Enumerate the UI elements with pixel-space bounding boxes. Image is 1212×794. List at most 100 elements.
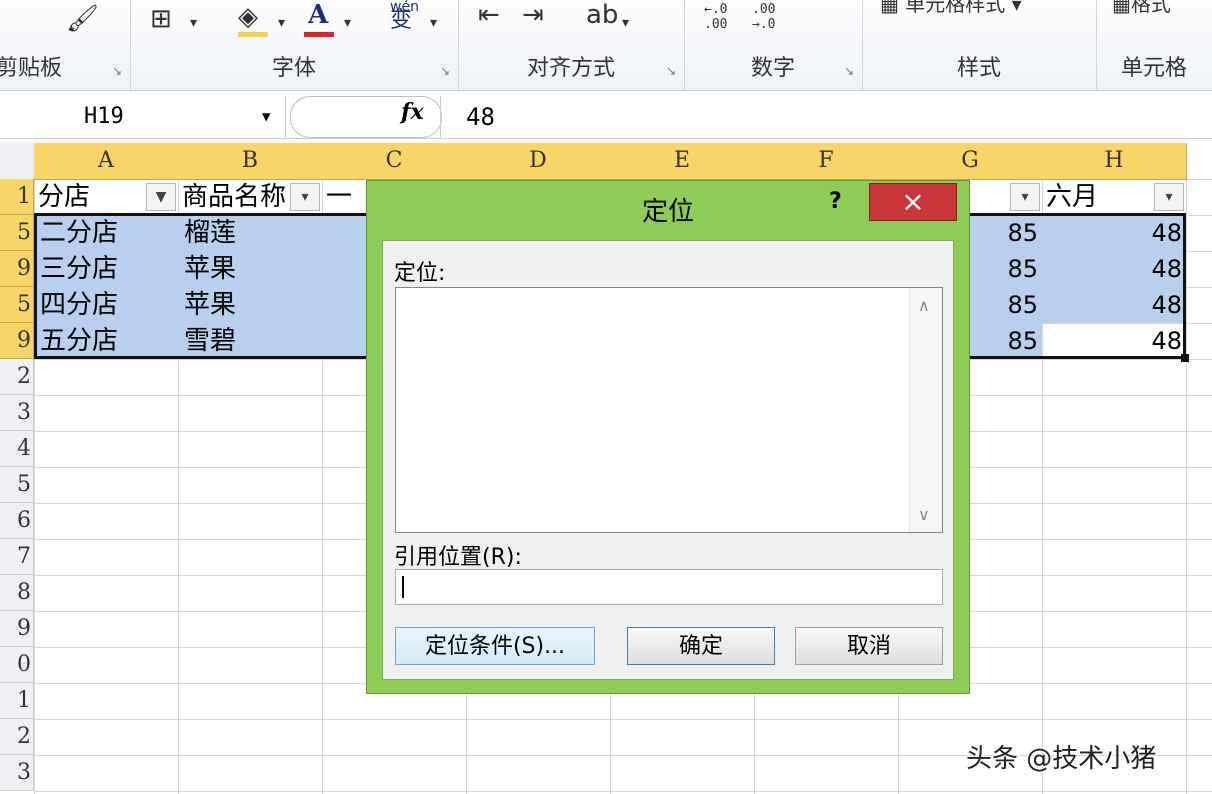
row-header[interactable]: 1 (0, 683, 34, 719)
fill-color-bar (238, 32, 268, 37)
close-button[interactable]: × (869, 183, 957, 221)
cell-g-value[interactable]: 85 (970, 251, 1038, 287)
name-box-value: H19 (84, 104, 124, 129)
row-header[interactable]: 5 (0, 467, 34, 503)
fill-handle[interactable] (1181, 354, 1189, 362)
cell-styles-button[interactable]: ▦ 单元格样式 ▾ (880, 0, 1022, 17)
cell-styles-label: 单元格样式 (905, 0, 1006, 16)
cell-c1[interactable]: 一 (326, 179, 366, 215)
insert-function-button[interactable]: fx (401, 99, 424, 125)
cell-g-value[interactable]: 85 (970, 215, 1038, 251)
number-group-label: 数字 (750, 56, 795, 81)
cell-a-branch[interactable]: 四分店 (40, 287, 118, 323)
row-header[interactable]: 7 (0, 539, 34, 575)
cell-a-branch[interactable]: 三分店 (40, 251, 118, 287)
row-header[interactable]: 9 (0, 611, 34, 647)
column-header-h[interactable]: H (1042, 143, 1187, 180)
ribbon: 🖌 剪贴板 ↘ ⊞ ▾ ◈ ▾ A ▾ wén 变 ▾ 字体 ↘ ⇤ ⇥ ab ▾… (0, 0, 1212, 91)
number-group: ←.0 .00 .00 →.0 数字 ↘ (684, 0, 863, 90)
number-launcher-icon[interactable]: ↘ (844, 64, 854, 78)
decrease-indent-icon[interactable]: ⇤ (478, 0, 500, 30)
cell-h1[interactable]: 六月 (1046, 179, 1150, 215)
cell-styles-icon: ▦ (880, 0, 899, 16)
dialog-body: 定位: ∧ ∨ 引用位置(R): 定位条件(S)... 确定 取消 (382, 240, 954, 680)
alignment-group: ⇤ ⇥ ab ▾ 对齐方式 ↘ (458, 0, 685, 90)
row-header[interactable]: 3 (0, 395, 34, 431)
font-launcher-icon[interactable]: ↘ (440, 64, 450, 78)
name-box[interactable]: H19 ▼ (0, 96, 286, 138)
listbox-scrollbar[interactable]: ∧ ∨ (909, 288, 942, 532)
column-header-b[interactable]: B (178, 143, 323, 180)
ok-button[interactable]: 确定 (627, 627, 775, 665)
scroll-up-icon[interactable]: ∧ (918, 296, 930, 315)
row-header[interactable]: 2 (0, 719, 34, 755)
border-icon[interactable]: ⊞ (150, 4, 172, 34)
cell-h-value[interactable]: 48 (1046, 251, 1182, 287)
clipboard-launcher-icon[interactable]: ↘ (112, 64, 122, 78)
font-group: ⊞ ▾ ◈ ▾ A ▾ wén 变 ▾ 字体 ↘ (130, 0, 459, 90)
phonetic-dropdown-icon[interactable]: ▾ (430, 8, 437, 38)
cell-g-value[interactable]: 85 (970, 323, 1038, 359)
fill-dropdown-icon[interactable]: ▾ (278, 8, 285, 38)
cell-h-value[interactable]: 48 (1046, 215, 1182, 251)
row-header[interactable]: 1 (0, 179, 34, 215)
cancel-button[interactable]: 取消 (795, 627, 943, 665)
orientation-dropdown-icon[interactable]: ▾ (622, 8, 629, 38)
phonetic-icon[interactable]: wén 变 (390, 0, 419, 32)
special-button[interactable]: 定位条件(S)... (395, 627, 595, 665)
row-header[interactable]: 0 (0, 647, 34, 683)
filter-active-icon[interactable]: ▼ (146, 183, 176, 211)
column-header-d[interactable]: D (466, 143, 611, 180)
formula-input[interactable]: 48 (466, 96, 495, 138)
format-icon: ▦ (1112, 0, 1131, 16)
row-header[interactable]: 4 (0, 431, 34, 467)
cell-a-branch[interactable]: 五分店 (40, 323, 118, 359)
goto-listbox[interactable]: ∧ ∨ (395, 287, 943, 533)
reference-input[interactable] (395, 569, 943, 605)
cell-b-product[interactable]: 榴莲 (184, 215, 236, 251)
cell-b-product[interactable]: 苹果 (184, 287, 236, 323)
cell-h-value[interactable]: 48 (1046, 323, 1182, 359)
increase-indent-icon[interactable]: ⇥ (522, 0, 544, 30)
increase-decimal-icon[interactable]: ←.0 .00 (704, 2, 727, 32)
column-header-f[interactable]: F (754, 143, 899, 180)
help-button[interactable]: ? (829, 189, 842, 214)
format-painter-icon[interactable]: 🖌 (66, 4, 99, 34)
row-header[interactable]: 2 (0, 359, 34, 395)
column-header-c[interactable]: C (322, 143, 467, 180)
row-header[interactable]: 5 (0, 215, 34, 251)
filter-dropdown-icon[interactable]: ▾ (1010, 183, 1040, 211)
formula-divider (440, 96, 441, 138)
format-button[interactable]: ▦格式 (1112, 0, 1171, 17)
cell-a-branch[interactable]: 二分店 (40, 215, 118, 251)
filter-dropdown-icon[interactable]: ▾ (290, 183, 320, 211)
scroll-down-icon[interactable]: ∨ (918, 505, 930, 524)
cells-group: ▦格式 单元格 (1096, 0, 1212, 90)
watermark: 头条 @技术小猪 (966, 744, 1157, 774)
row-header[interactable]: 8 (0, 575, 34, 611)
column-header-e[interactable]: E (610, 143, 755, 180)
row-header[interactable]: 5 (0, 287, 34, 323)
row-header[interactable]: 3 (0, 755, 34, 791)
column-header-a[interactable]: A (34, 143, 179, 180)
decrease-decimal-icon[interactable]: .00 →.0 (752, 2, 775, 32)
fill-color-icon[interactable]: ◈ (238, 2, 258, 32)
font-color-icon[interactable]: A (308, 0, 328, 30)
cell-a1[interactable]: 分店 (38, 179, 146, 215)
font-color-dropdown-icon[interactable]: ▾ (344, 8, 351, 38)
orientation-icon[interactable]: ab (586, 0, 618, 30)
cell-b1[interactable]: 商品名称 (182, 179, 290, 215)
column-header-g[interactable]: G (898, 143, 1043, 180)
cell-b-product[interactable]: 苹果 (184, 251, 236, 287)
cell-h-value[interactable]: 48 (1046, 287, 1182, 323)
cell-g-value[interactable]: 85 (970, 287, 1038, 323)
row-header[interactable]: 9 (0, 251, 34, 287)
filter-dropdown-icon[interactable]: ▾ (1154, 183, 1184, 211)
cell-b-product[interactable]: 雪碧 (184, 323, 236, 359)
select-all-corner[interactable] (0, 143, 35, 180)
alignment-launcher-icon[interactable]: ↘ (666, 64, 676, 78)
border-dropdown-icon[interactable]: ▾ (190, 8, 197, 38)
row-header[interactable]: 9 (0, 323, 34, 359)
name-box-dropdown-icon[interactable]: ▼ (262, 96, 270, 138)
row-header[interactable]: 6 (0, 503, 34, 539)
